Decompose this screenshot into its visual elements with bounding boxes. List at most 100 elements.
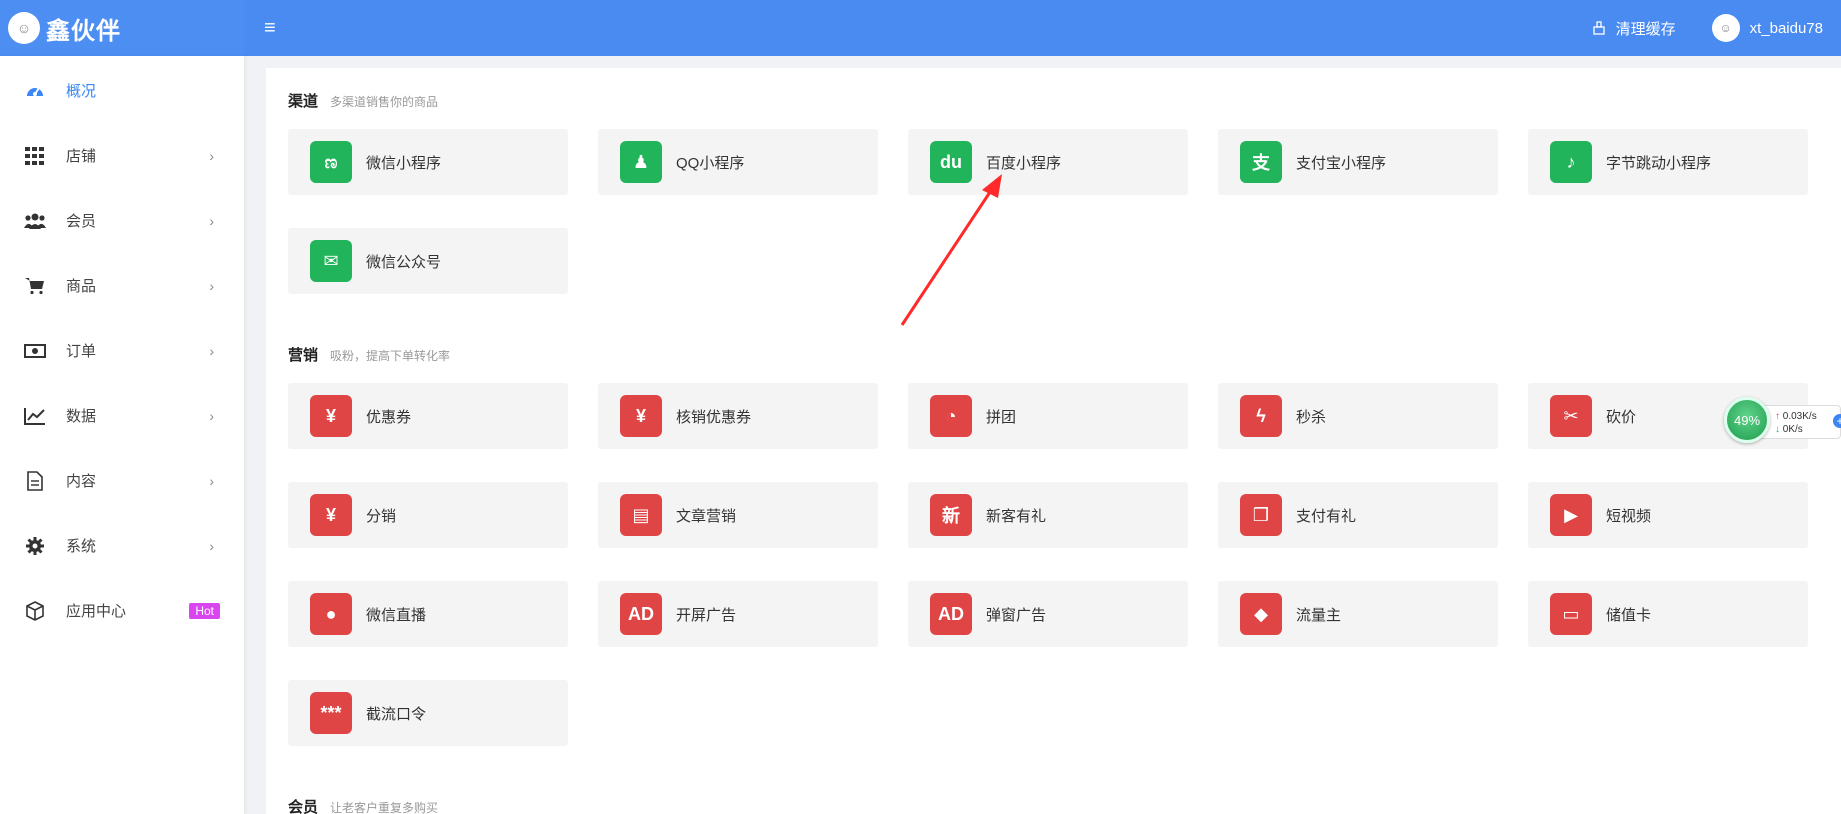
- tiktok-card[interactable]: ♪ 字节跳动小程序: [1528, 129, 1808, 195]
- sidebar-item-label: 概况: [66, 83, 97, 100]
- verify-coupon-icon: ¥: [620, 395, 662, 437]
- marketing-grid: ¥ 优惠券 ¥ 核销优惠券 ◔ 拼团 ϟ 秒杀 ✂ 砍价 ¥ 分销 ▤ 文章营销 新新客有礼 ❒ 支付有礼 ▶ 短视…: [288, 383, 1841, 746]
- live-camera-card[interactable]: ● 微信直播: [288, 581, 568, 647]
- sidebar-item-products[interactable]: 商品 ›: [0, 253, 244, 318]
- verify-coupon-card[interactable]: ¥ 核销优惠券: [598, 383, 878, 449]
- qq-icon: ♟: [620, 141, 662, 183]
- tiktok-icon: ♪: [1550, 141, 1592, 183]
- sidebar-item-label: 订单: [66, 343, 97, 360]
- sidebar-item-system[interactable]: 系统 ›: [0, 513, 244, 578]
- money-bag-icon: ¥: [310, 494, 352, 536]
- logo-area[interactable]: ☺ 鑫伙伴: [0, 0, 244, 56]
- password-card[interactable]: *** 截流口令: [288, 680, 568, 746]
- group-buy-card[interactable]: ◔ 拼团: [908, 383, 1188, 449]
- card-label: 支付宝小程序: [1296, 154, 1387, 172]
- sidebar-item-label: 内容: [66, 473, 97, 490]
- card-label: 分销: [366, 507, 397, 525]
- card-label: 砍价: [1606, 408, 1637, 426]
- section-subtitle: 吸粉，提高下单转化率: [330, 349, 451, 363]
- gift-card[interactable]: ❒ 支付有礼: [1218, 482, 1498, 548]
- card-label: 储值卡: [1606, 606, 1652, 624]
- user-menu[interactable]: ☺ xt_baidu78: [1711, 14, 1823, 42]
- hot-badge: Hot: [189, 602, 220, 619]
- wechat-card[interactable]: ✉ 微信公众号: [288, 228, 568, 294]
- chevron-right-icon: ›: [209, 277, 214, 294]
- video-icon: ▶: [1550, 494, 1592, 536]
- sidebar-item-app-center[interactable]: 应用中心 Hot: [0, 578, 244, 643]
- annotation-arrow: [900, 174, 1002, 326]
- sidebar-item-content[interactable]: 内容 ›: [0, 448, 244, 513]
- channel-grid: ಣ 微信小程序 ♟ QQ小程序 du 百度小程序支支付宝小程序 ♪ 字节跳动小程序 ✉ 微信公众号: [288, 129, 1841, 294]
- sidebar-item-orders[interactable]: 订单 ›: [0, 318, 244, 383]
- card-icon: ▭: [1550, 593, 1592, 635]
- clear-cache-button[interactable]: 清理缓存: [1592, 18, 1676, 39]
- card-label: 微信公众号: [366, 253, 442, 271]
- section-title: 会员: [288, 799, 319, 814]
- live-camera-icon: ●: [310, 593, 352, 635]
- section-subtitle: 让老客户重复多购买: [330, 801, 439, 814]
- wechat-icon: ✉: [310, 240, 352, 282]
- sidebar-item-overview[interactable]: 概况: [0, 58, 244, 123]
- chevron-right-icon: ›: [209, 147, 214, 164]
- chevron-right-icon: ›: [209, 407, 214, 424]
- sidebar-item-label: 商品: [66, 278, 97, 295]
- flash-card[interactable]: ϟ 秒杀: [1218, 383, 1498, 449]
- chevron-right-icon: ›: [209, 212, 214, 229]
- wechat-miniprogram-icon: ಣ: [310, 141, 352, 183]
- section-header-channel: 渠道 多渠道销售你的商品: [288, 90, 1841, 111]
- card-label: 开屏广告: [676, 606, 737, 624]
- topbar-right: 清理缓存 ☺ xt_baidu78: [1592, 14, 1841, 42]
- dashboard-icon: [24, 80, 46, 102]
- section-header-member: 会员 让老客户重复多购买: [288, 796, 1841, 814]
- coupon-icon: ¥: [310, 395, 352, 437]
- splash-ad-card[interactable]: AD 开屏广告: [598, 581, 878, 647]
- coupon-card[interactable]: ¥ 优惠券: [288, 383, 568, 449]
- network-speed-widget[interactable]: ↑ 0.03K/s ↓ 0K/s 49% +: [1724, 397, 1841, 447]
- money-bag-card[interactable]: ¥ 分销: [288, 482, 568, 548]
- traffic-icon: ◆: [1240, 593, 1282, 635]
- users-icon: [24, 210, 46, 232]
- grid-icon: [24, 145, 46, 167]
- sidebar-item-label: 会员: [66, 213, 97, 230]
- card-label: 支付有礼: [1296, 507, 1357, 525]
- box-icon: [24, 600, 46, 622]
- card-label: 秒杀: [1296, 408, 1327, 426]
- money-icon: [24, 340, 46, 362]
- card-label: 弹窗广告: [986, 606, 1047, 624]
- section-subtitle: 多渠道销售你的商品: [330, 95, 439, 109]
- sidebar-item-members[interactable]: 会员 ›: [0, 188, 244, 253]
- top-bar: ☺ 鑫伙伴 ≡ 清理缓存 ☺ xt_baidu78: [0, 0, 1841, 56]
- chevron-right-icon: ›: [209, 537, 214, 554]
- clear-cache-label: 清理缓存: [1615, 20, 1676, 38]
- sidebar-item-data[interactable]: 数据 ›: [0, 383, 244, 448]
- card-card[interactable]: ▭ 储值卡: [1528, 581, 1808, 647]
- popup-ad-icon: AD: [930, 593, 972, 635]
- logo-text: 鑫伙伴: [46, 17, 121, 45]
- memory-percent-circle: 49%: [1724, 397, 1770, 443]
- new-customer-icon: 新: [930, 494, 972, 536]
- sidebar-item-label: 店铺: [66, 148, 97, 165]
- card-label: 微信小程序: [366, 154, 442, 172]
- download-speed: 0K/s: [1782, 424, 1803, 435]
- video-card[interactable]: ▶ 短视频: [1528, 482, 1808, 548]
- wechat-miniprogram-card[interactable]: ಣ 微信小程序: [288, 129, 568, 195]
- password-icon: ***: [310, 692, 352, 734]
- card-label: 核销优惠券: [676, 408, 752, 426]
- card-label: 新客有礼: [986, 507, 1047, 525]
- hamburger-icon[interactable]: ≡: [264, 17, 276, 40]
- qq-card[interactable]: ♟ QQ小程序: [598, 129, 878, 195]
- plus-icon[interactable]: +: [1833, 414, 1841, 428]
- sidebar: 概况 店铺 › 会员 › 商品 › 订单 › 数据 › 内容 › 系统 › 应用…: [0, 56, 244, 814]
- article-card[interactable]: ▤ 文章营销: [598, 482, 878, 548]
- splash-ad-icon: AD: [620, 593, 662, 635]
- sidebar-item-label: 数据: [66, 408, 97, 425]
- popup-ad-card[interactable]: AD 弹窗广告: [908, 581, 1188, 647]
- sidebar-item-label: 应用中心: [66, 603, 127, 620]
- new-customer-card[interactable]: 新新客有礼: [908, 482, 1188, 548]
- sidebar-item-shop[interactable]: 店铺 ›: [0, 123, 244, 188]
- alipay-card[interactable]: 支支付宝小程序: [1218, 129, 1498, 195]
- traffic-card[interactable]: ◆ 流量主: [1218, 581, 1498, 647]
- gift-icon: ❒: [1240, 494, 1282, 536]
- bargain-icon: ✂: [1550, 395, 1592, 437]
- card-label: QQ小程序: [676, 154, 745, 172]
